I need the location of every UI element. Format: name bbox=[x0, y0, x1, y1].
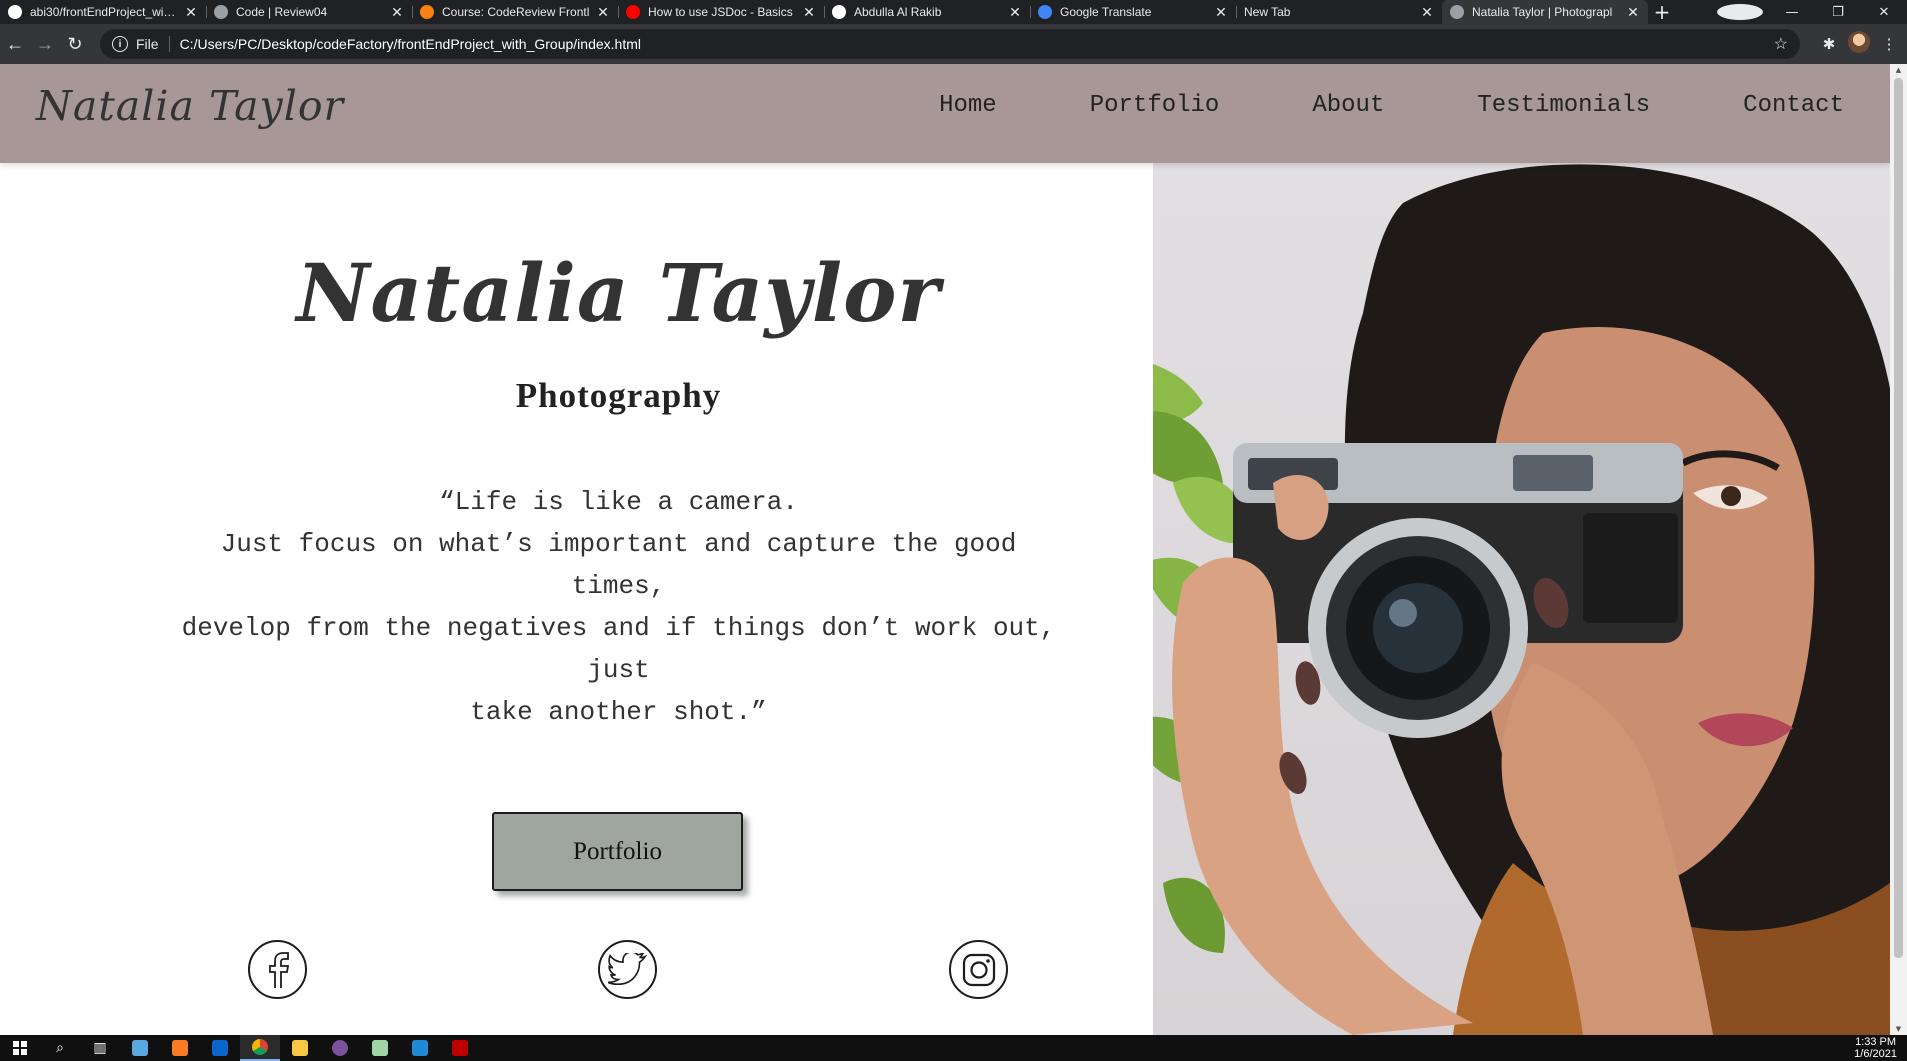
clock-date: 1/6/2021 bbox=[1854, 1048, 1897, 1060]
quote-line: develop from the negatives and if things… bbox=[181, 613, 1056, 685]
address-bar[interactable]: i File C:/Users/PC/Desktop/codeFactory/f… bbox=[100, 29, 1800, 59]
nav-contact[interactable]: Contact bbox=[1743, 92, 1844, 119]
file-explorer-icon[interactable] bbox=[280, 1035, 320, 1061]
tab-close-icon[interactable]: ✕ bbox=[1008, 4, 1022, 21]
hero-subtitle: Photography bbox=[515, 376, 722, 415]
page-scrollbar[interactable]: ▲ ▼ bbox=[1890, 64, 1907, 1035]
nav-home[interactable]: Home bbox=[939, 92, 997, 119]
tab-title: abi30/frontEndProject_with_ bbox=[30, 5, 178, 19]
scroll-up-arrow-icon[interactable]: ▲ bbox=[1894, 66, 1903, 74]
tab-close-icon[interactable]: ✕ bbox=[184, 4, 198, 21]
bookmark-star-icon[interactable]: ☆ bbox=[1774, 34, 1788, 54]
browser-tab[interactable]: Course: CodeReview Frontl ✕ bbox=[412, 0, 618, 24]
hero-title: Natalia Taylor bbox=[296, 246, 941, 340]
outlook-icon[interactable] bbox=[200, 1035, 240, 1061]
site-navbar: Natalia Taylor Home Portfolio About Test… bbox=[0, 64, 1890, 163]
forward-button[interactable]: → bbox=[30, 29, 60, 59]
browser-tab[interactable]: How to use JSDoc - Basics ✕ bbox=[618, 0, 824, 24]
github-icon bbox=[8, 5, 22, 19]
tab-title: Abdulla Al Rakib bbox=[854, 5, 942, 19]
xampp-icon[interactable] bbox=[160, 1035, 200, 1061]
extensions-puzzle-icon[interactable]: ✱ bbox=[1814, 35, 1844, 53]
instagram-icon[interactable] bbox=[949, 940, 1008, 999]
menu-kebab-icon[interactable]: ⋮ bbox=[1874, 35, 1904, 53]
windows-taskbar: ⌕ ▥ 1:33 PM 1/6/2021 bbox=[0, 1035, 1907, 1061]
tab-list: abi30/frontEndProject_with_ ✕ Code | Revie… bbox=[0, 0, 1648, 24]
tab-close-icon[interactable]: ✕ bbox=[390, 4, 404, 21]
portfolio-button[interactable]: Portfolio bbox=[492, 812, 743, 891]
windows-start-icon[interactable] bbox=[0, 1035, 40, 1061]
tab-close-icon[interactable]: ✕ bbox=[1420, 4, 1434, 21]
minimize-button[interactable]: — bbox=[1769, 5, 1815, 20]
quote-line: Just focus on what’s important and captu… bbox=[220, 529, 1017, 601]
new-tab-button[interactable]: + bbox=[1648, 0, 1676, 24]
task-view-icon[interactable]: ▥ bbox=[80, 1035, 120, 1061]
tab-title: Natalia Taylor | Photograpl bbox=[1472, 5, 1613, 19]
tab-search-icon[interactable]: ▾ bbox=[1717, 4, 1763, 20]
profile-avatar[interactable] bbox=[1844, 31, 1874, 57]
close-window-button[interactable]: ✕ bbox=[1861, 5, 1907, 20]
tab-close-icon[interactable]: ✕ bbox=[1214, 4, 1228, 21]
hero-photo bbox=[1153, 163, 1890, 1035]
site-brand-logo[interactable]: Natalia Taylor bbox=[36, 82, 344, 130]
profile-site-icon bbox=[832, 5, 846, 19]
browser-tab[interactable]: abi30/frontEndProject_with_ ✕ bbox=[0, 0, 206, 24]
chrome-icon[interactable] bbox=[240, 1035, 280, 1061]
tab-close-icon[interactable]: ✕ bbox=[596, 4, 610, 21]
back-button[interactable]: ← bbox=[0, 29, 30, 59]
youtube-icon bbox=[626, 5, 640, 19]
twitter-icon[interactable] bbox=[598, 940, 657, 999]
hero-text-section: Natalia Taylor Photography “Life is like… bbox=[0, 163, 1153, 1035]
site-info-icon[interactable]: i bbox=[112, 36, 128, 52]
moodle-icon bbox=[420, 5, 434, 19]
tab-title: New Tab bbox=[1244, 5, 1291, 19]
google-translate-icon bbox=[1038, 5, 1052, 19]
quote-line: “Life is like a camera. bbox=[439, 487, 798, 517]
notepad-plus-icon[interactable] bbox=[360, 1035, 400, 1061]
url-text[interactable]: C:/Users/PC/Desktop/codeFactory/frontEnd… bbox=[180, 36, 1774, 52]
filezilla-icon[interactable] bbox=[440, 1035, 480, 1061]
scrollbar-thumb[interactable] bbox=[1894, 78, 1903, 958]
browser-tab[interactable]: New Tab ✕ bbox=[1236, 0, 1442, 24]
woman-with-camera-photo bbox=[1153, 164, 1890, 1035]
window-controls: ▾ — ❐ ✕ bbox=[1717, 0, 1907, 24]
tab-close-icon[interactable]: ✕ bbox=[1626, 4, 1640, 21]
search-icon[interactable]: ⌕ bbox=[40, 1035, 80, 1061]
nav-about[interactable]: About bbox=[1312, 92, 1384, 119]
system-clock[interactable]: 1:33 PM 1/6/2021 bbox=[1854, 1036, 1897, 1060]
restore-button[interactable]: ❐ bbox=[1815, 5, 1861, 20]
quote-line: take another shot.” bbox=[470, 697, 767, 727]
scroll-down-arrow-icon[interactable]: ▼ bbox=[1894, 1025, 1903, 1033]
clock-time: 1:33 PM bbox=[1855, 1036, 1897, 1048]
tab-title: Google Translate bbox=[1060, 5, 1152, 19]
tab-close-icon[interactable]: ✕ bbox=[802, 4, 816, 21]
facebook-icon[interactable] bbox=[248, 940, 307, 999]
browser-tab[interactable]: Abdulla Al Rakib ✕ bbox=[824, 0, 1030, 24]
tab-title: Course: CodeReview Frontl bbox=[442, 5, 590, 19]
browser-tab-strip: abi30/frontEndProject_with_ ✕ Code | Revie… bbox=[0, 0, 1907, 24]
browser-tab[interactable]: Code | Review04 ✕ bbox=[206, 0, 412, 24]
reload-button[interactable]: ↻ bbox=[60, 29, 90, 59]
globe-icon bbox=[214, 5, 228, 19]
globe-icon bbox=[1450, 5, 1464, 19]
hero-quote: “Life is like a camera. Just focus on wh… bbox=[170, 481, 1067, 733]
tab-title: How to use JSDoc - Basics bbox=[648, 5, 793, 19]
tab-title: Code | Review04 bbox=[236, 5, 328, 19]
browser-toolbar: ← → ↻ i File C:/Users/PC/Desktop/codeFac… bbox=[0, 24, 1907, 64]
viber-icon[interactable] bbox=[320, 1035, 360, 1061]
nav-portfolio[interactable]: Portfolio bbox=[1090, 92, 1220, 119]
notepad-app-icon[interactable] bbox=[120, 1035, 160, 1061]
page-viewport: Natalia Taylor Home Portfolio About Test… bbox=[0, 64, 1890, 1035]
nav-testimonials[interactable]: Testimonials bbox=[1477, 92, 1650, 119]
browser-tab[interactable]: Natalia Taylor | Photograpl ✕ bbox=[1442, 0, 1648, 24]
main-nav: Home Portfolio About Testimonials Contac… bbox=[846, 92, 1844, 119]
vscode-icon[interactable] bbox=[400, 1035, 440, 1061]
url-scheme-label: File bbox=[136, 36, 170, 52]
browser-tab[interactable]: Google Translate ✕ bbox=[1030, 0, 1236, 24]
